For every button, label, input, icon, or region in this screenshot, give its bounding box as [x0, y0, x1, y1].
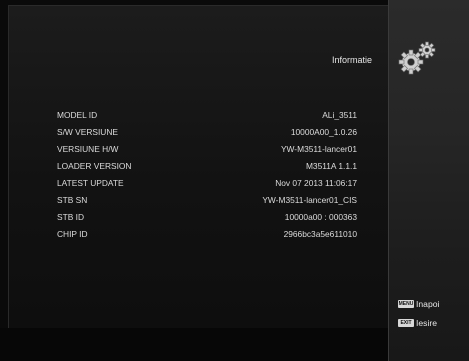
row-value: ALi_3511 — [322, 110, 357, 120]
row-label: LATEST UPDATE — [57, 178, 124, 188]
row-value: M3511A 1.1.1 — [305, 161, 357, 171]
info-row-stb-id: STB ID 10000a00 : 000363 — [57, 210, 357, 227]
row-value: 2966bc3a5e611010 — [283, 229, 357, 239]
row-value: YW-M3511-lancer01_CIS — [262, 195, 357, 205]
row-label: MODEL ID — [57, 110, 98, 120]
info-row-chip-id: CHIP ID 2966bc3a5e611010 — [57, 227, 357, 244]
info-row-loader-version: LOADER VERSION M3511A 1.1.1 — [57, 159, 357, 176]
info-row-sw-version: S/W VERSIUNE 10000A00_1.0.26 — [57, 125, 357, 142]
row-value: 10000a00 : 000363 — [284, 212, 357, 222]
row-label: VERSIUNE H/W — [57, 144, 119, 154]
info-screen: Informatie MODEL ID ALi_3511 S/W VERSIUN… — [0, 0, 469, 361]
menu-key-icon: MENU — [398, 299, 414, 308]
row-label: S/W VERSIUNE — [57, 127, 118, 137]
help-exit[interactable]: EXIT Iesire — [398, 317, 437, 328]
info-row-model-id: MODEL ID ALi_3511 — [57, 108, 357, 125]
page-title: Informatie — [332, 55, 373, 65]
row-value: 10000A00_1.0.26 — [290, 127, 357, 137]
row-value: Nov 07 2013 11:06:17 — [275, 178, 357, 188]
info-row-hw-version: VERSIUNE H/W YW-M3511-lancer01 — [57, 142, 357, 159]
row-label: CHIP ID — [57, 229, 88, 239]
info-row-latest-update: LATEST UPDATE Nov 07 2013 11:06:17 — [57, 176, 357, 193]
row-label: LOADER VERSION — [57, 161, 132, 171]
info-table: MODEL ID ALi_3511 S/W VERSIUNE 10000A00_… — [57, 108, 357, 244]
help-back-label: Inapoi — [416, 298, 440, 309]
bottom-strip — [0, 328, 388, 361]
row-label: STB ID — [57, 212, 84, 222]
row-label: STB SN — [57, 195, 88, 205]
help-back[interactable]: MENU Inapoi — [398, 298, 439, 309]
info-row-stb-sn: STB SN YW-M3511-lancer01_CIS — [57, 193, 357, 210]
gears-icon — [398, 41, 436, 75]
row-value: YW-M3511-lancer01 — [280, 144, 357, 154]
exit-key-icon: EXIT — [398, 318, 414, 327]
help-exit-label: Iesire — [416, 317, 438, 328]
